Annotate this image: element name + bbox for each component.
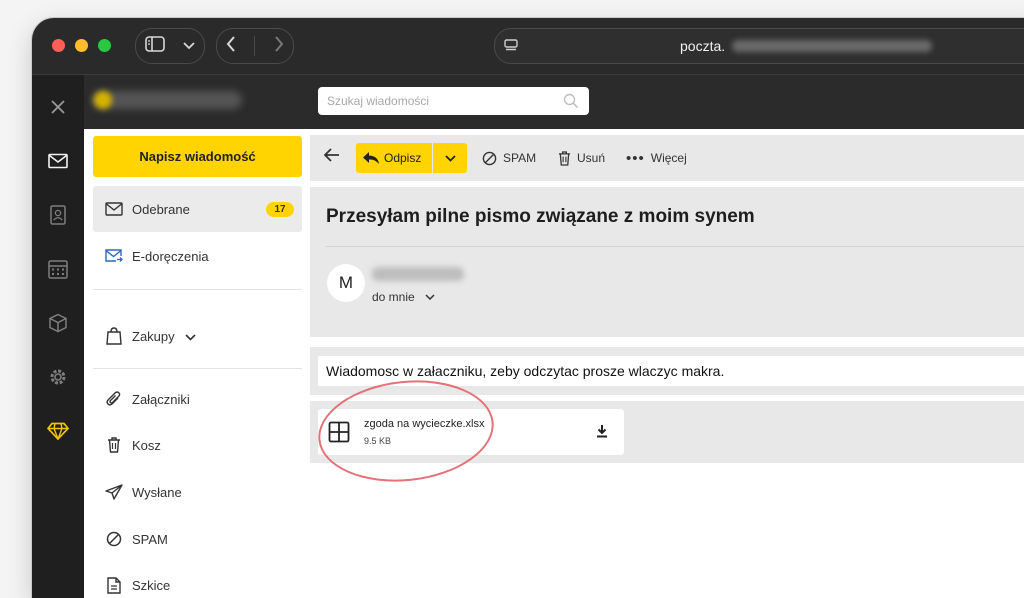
message-toolbar: Odpisz SPAM Usuń ••• Więcej bbox=[310, 135, 1024, 181]
message-body: Wiadomosc w załaczniku, zeby odczytac pr… bbox=[318, 356, 1024, 386]
mail-icon[interactable] bbox=[46, 149, 70, 173]
minimize-window-button[interactable] bbox=[75, 39, 88, 52]
folder-label: E-doręczenia bbox=[132, 248, 209, 264]
more-label: Więcej bbox=[650, 151, 687, 165]
browser-window: poczta. Szukaj wiadomości Napisz wiadomo… bbox=[32, 18, 1024, 598]
folder-label: Odebrane bbox=[132, 201, 190, 217]
folder-attachments[interactable]: Załączniki bbox=[93, 376, 302, 422]
settings-icon[interactable] bbox=[46, 365, 70, 389]
message-subject: Przesyłam pilne pismo związane z moim sy… bbox=[326, 206, 755, 227]
folder-label: Szkice bbox=[132, 577, 171, 593]
forward-button[interactable] bbox=[274, 35, 284, 57]
reply-icon bbox=[363, 152, 379, 164]
draft-icon bbox=[104, 575, 124, 595]
folder-trash[interactable]: Kosz bbox=[93, 422, 302, 468]
chevron-down-icon bbox=[183, 37, 195, 55]
spam-label: SPAM bbox=[503, 151, 537, 165]
reply-label: Odpisz bbox=[384, 151, 422, 165]
recipient-toggle[interactable]: do mnie bbox=[372, 290, 435, 304]
unread-count-badge: 17 bbox=[266, 202, 294, 217]
browser-titlebar: poczta. bbox=[32, 18, 1024, 75]
folder-e-delivery[interactable]: E-doręczenia bbox=[93, 233, 302, 279]
folder-label: Wysłane bbox=[132, 484, 182, 500]
zoom-window-button[interactable] bbox=[98, 39, 111, 52]
attachment-name: zgoda na wycieczke.xlsx bbox=[364, 418, 485, 430]
diamond-icon[interactable] bbox=[46, 419, 70, 443]
sender-redacted bbox=[372, 267, 464, 281]
spam-icon bbox=[482, 151, 497, 165]
folder-spam[interactable]: SPAM bbox=[93, 516, 302, 562]
search-icon[interactable] bbox=[563, 93, 579, 114]
nav-divider bbox=[254, 36, 256, 56]
folder-inbox[interactable]: Odebrane 17 bbox=[93, 186, 302, 232]
navigation-buttons bbox=[216, 28, 294, 64]
address-bar[interactable]: poczta. bbox=[494, 28, 1024, 64]
chevron-down-icon bbox=[444, 154, 456, 162]
delete-button[interactable]: Usuń bbox=[558, 143, 605, 173]
logo-redacted bbox=[92, 91, 242, 109]
folder-label: Kosz bbox=[132, 437, 161, 453]
send-icon bbox=[104, 482, 124, 502]
attachment-card[interactable]: zgoda na wycieczke.xlsx 9.5 KB bbox=[318, 409, 624, 455]
message-header: Przesyłam pilne pismo związane z moim sy… bbox=[310, 187, 1024, 337]
close-icon[interactable] bbox=[46, 95, 70, 119]
trash-icon bbox=[104, 435, 124, 455]
app-rail bbox=[32, 75, 84, 598]
folder-divider bbox=[93, 289, 302, 290]
attachments-area: zgoda na wycieczke.xlsx 9.5 KB bbox=[310, 401, 1024, 463]
more-button[interactable]: ••• Więcej bbox=[626, 143, 687, 173]
chevron-down-icon[interactable] bbox=[185, 329, 196, 344]
tab-overview-icon[interactable] bbox=[503, 37, 519, 58]
header-divider bbox=[326, 246, 1024, 247]
trash-icon bbox=[558, 150, 571, 166]
url-redacted bbox=[732, 40, 932, 52]
search-input[interactable] bbox=[325, 93, 559, 109]
recipient-label: do mnie bbox=[372, 290, 415, 304]
close-window-button[interactable] bbox=[52, 39, 65, 52]
cube-icon[interactable] bbox=[46, 311, 70, 335]
sidebar-icon bbox=[145, 35, 165, 57]
avatar: M bbox=[327, 264, 365, 302]
inbox-icon bbox=[104, 199, 124, 219]
mail-forward-icon bbox=[104, 246, 124, 266]
search-box[interactable] bbox=[318, 87, 589, 115]
spam-button[interactable]: SPAM bbox=[482, 143, 536, 173]
folder-shopping[interactable]: Zakupy bbox=[93, 313, 302, 359]
shopping-bag-icon bbox=[104, 326, 124, 346]
sidebar-toggle-button[interactable] bbox=[135, 28, 205, 64]
back-button[interactable] bbox=[226, 35, 236, 57]
compose-button[interactable]: Napisz wiadomość bbox=[93, 136, 302, 177]
contacts-icon[interactable] bbox=[46, 203, 70, 227]
folder-label: Załączniki bbox=[132, 391, 190, 407]
back-arrow-icon[interactable] bbox=[323, 148, 340, 167]
folder-label: Zakupy bbox=[132, 328, 175, 344]
attachment-size: 9.5 KB bbox=[364, 436, 392, 446]
download-icon[interactable] bbox=[596, 424, 608, 443]
folder-label: SPAM bbox=[132, 531, 168, 547]
folder-drafts[interactable]: Szkice bbox=[93, 562, 302, 598]
folder-sent[interactable]: Wysłane bbox=[93, 469, 302, 515]
message-body-container: Wiadomosc w załaczniku, zeby odczytac pr… bbox=[310, 347, 1024, 395]
app-header bbox=[84, 75, 1024, 129]
logo-icon bbox=[94, 91, 112, 109]
reply-options-button[interactable] bbox=[433, 143, 467, 173]
paperclip-icon bbox=[104, 389, 124, 409]
spreadsheet-icon bbox=[328, 421, 350, 448]
calendar-icon[interactable] bbox=[46, 257, 70, 281]
folder-sidebar: Napisz wiadomość Odebrane 17 E-doręczeni… bbox=[84, 129, 310, 598]
spam-icon bbox=[104, 529, 124, 549]
reply-button[interactable]: Odpisz bbox=[356, 143, 432, 173]
more-dots-icon: ••• bbox=[626, 149, 645, 167]
folder-divider bbox=[93, 368, 302, 369]
message-pane: Odpisz SPAM Usuń ••• Więcej Przesyłam pi… bbox=[310, 129, 1024, 598]
chevron-down-icon bbox=[425, 294, 435, 300]
url-text: poczta. bbox=[680, 38, 726, 54]
delete-label: Usuń bbox=[577, 151, 606, 165]
